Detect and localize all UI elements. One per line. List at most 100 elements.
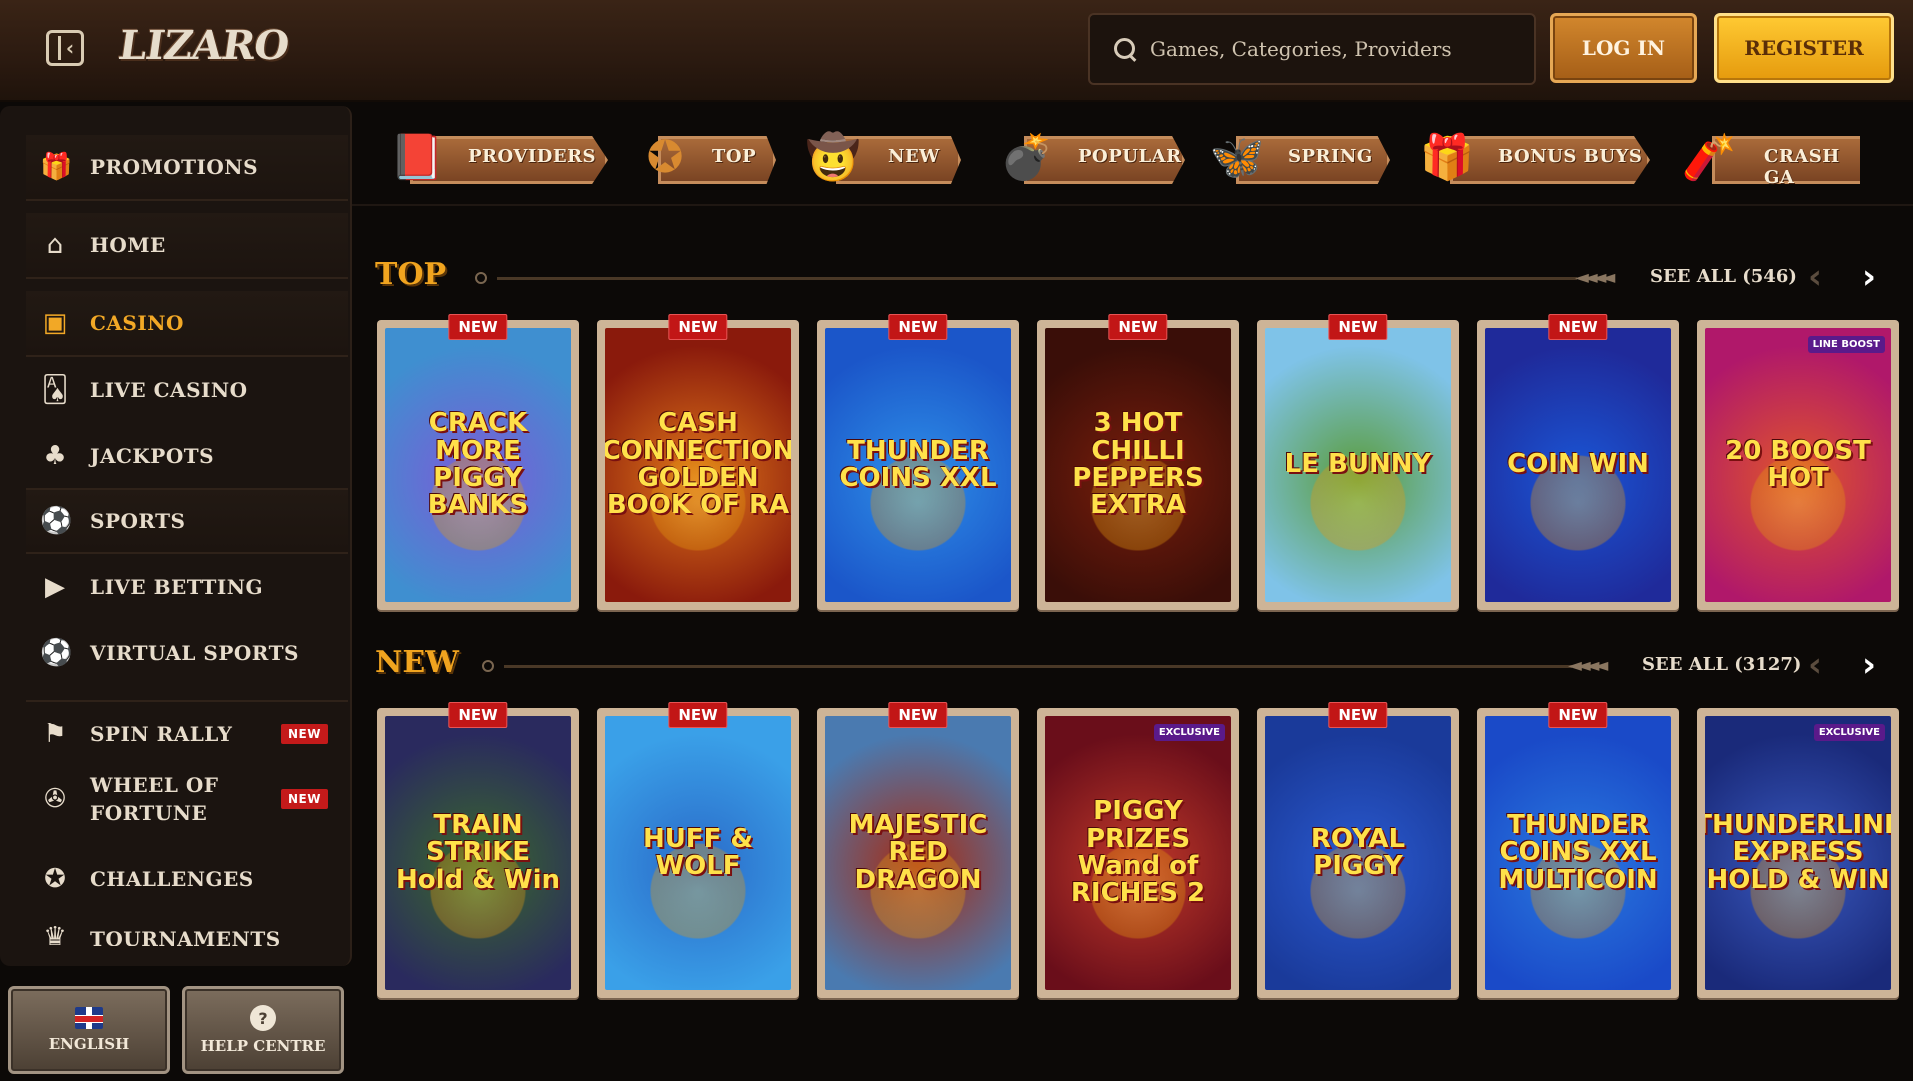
see-all-top-link[interactable]: SEE ALL (546) bbox=[1650, 266, 1797, 287]
game-title: CASH CONNECTION GOLDEN BOOK OF RA bbox=[605, 408, 791, 521]
rope-divider bbox=[497, 277, 1577, 280]
game-thumbnail: 20 BOOST HOT LINE BOOST bbox=[1705, 328, 1891, 602]
sidebar-item-label: SPIN RALLY bbox=[90, 722, 233, 746]
section-title-top: TOP bbox=[375, 257, 447, 292]
game-title: PIGGY PRIZES Wand of RICHES 2 bbox=[1070, 796, 1206, 909]
game-card[interactable]: HUFF & WOLF NEW bbox=[597, 702, 799, 998]
game-thumbnail: ROYAL PIGGY bbox=[1265, 716, 1451, 990]
category-bonus-buys[interactable]: 🎁 BONUS BUYS bbox=[1410, 124, 1650, 190]
sidebar-item-tournaments[interactable]: ♛ TOURNAMENTS bbox=[26, 906, 348, 946]
casino-icon: ▣ bbox=[42, 308, 68, 338]
tournament-icon: ♛ bbox=[43, 922, 67, 946]
game-card[interactable]: MAJESTIC RED DRAGON NEW bbox=[817, 702, 1019, 998]
register-button[interactable]: REGISTER bbox=[1714, 13, 1894, 83]
game-card[interactable]: 20 BOOST HOT LINE BOOST bbox=[1697, 320, 1899, 610]
category-spring[interactable]: 🦋 SPRING bbox=[1200, 124, 1390, 190]
game-card[interactable]: CRACK MORE PIGGY BANKS NEW bbox=[377, 314, 579, 610]
game-card[interactable]: LE BUNNY NEW bbox=[1257, 314, 1459, 610]
category-popular[interactable]: 💣 POPULAR bbox=[990, 124, 1185, 190]
game-card[interactable]: ROYAL PIGGY NEW bbox=[1257, 702, 1459, 998]
sidebar: 🎁 PROMOTIONS ⌂ HOME ▣ CASINO 🂡 LIVE CASI… bbox=[0, 106, 352, 966]
sidebar-toggle-icon[interactable]: ‹ bbox=[46, 30, 84, 66]
virtual-sports-icon: ⚽ bbox=[40, 638, 73, 668]
rope-dot bbox=[475, 272, 487, 284]
category-top[interactable]: ✪ TOP bbox=[628, 124, 776, 190]
sidebar-item-sports[interactable]: ⚽ SPORTS bbox=[26, 488, 348, 554]
cowboy-hat-icon: 🤠 bbox=[805, 132, 861, 183]
book-icon: 📕 bbox=[389, 132, 445, 183]
arrows-decoration-icon: ◄◄◄◄ bbox=[1568, 655, 1608, 676]
category-divider bbox=[352, 204, 1913, 206]
game-title: MAJESTIC RED DRAGON bbox=[848, 810, 988, 895]
sheriff-star-icon: ✪ bbox=[646, 131, 684, 183]
game-card[interactable]: COIN WIN NEW bbox=[1477, 314, 1679, 610]
game-extra-tag: EXCLUSIVE bbox=[1153, 724, 1225, 741]
sidebar-item-label: VIRTUAL SPORTS bbox=[90, 641, 299, 665]
section-title-new: NEW bbox=[375, 645, 459, 680]
game-card[interactable]: PIGGY PRIZES Wand of RICHES 2 EXCLUSIVE bbox=[1037, 708, 1239, 998]
game-card[interactable]: 3 HOT CHILLI PEPPERS EXTRA NEW bbox=[1037, 314, 1239, 610]
login-button[interactable]: LOG IN bbox=[1550, 13, 1697, 83]
sidebar-item-promotions[interactable]: 🎁 PROMOTIONS bbox=[26, 135, 348, 201]
category-label: BONUS BUYS bbox=[1498, 146, 1643, 167]
sidebar-item-home[interactable]: ⌂ HOME bbox=[26, 213, 348, 279]
rope-divider bbox=[504, 665, 1572, 668]
sidebar-item-virtual-sports[interactable]: ⚽ VIRTUAL SPORTS bbox=[26, 620, 348, 686]
category-label: SPRING bbox=[1288, 146, 1373, 167]
sidebar-item-label: CHALLENGES bbox=[90, 867, 254, 891]
search-box[interactable] bbox=[1088, 13, 1536, 85]
new-badge: NEW bbox=[1548, 702, 1608, 728]
game-card[interactable]: CASH CONNECTION GOLDEN BOOK OF RA NEW bbox=[597, 314, 799, 610]
category-crash-games[interactable]: 🧨 CRASH GA bbox=[1672, 124, 1860, 190]
label-line-2: FORTUNE bbox=[90, 801, 208, 825]
game-title: LE BUNNY bbox=[1284, 449, 1432, 480]
sidebar-item-spin-rally[interactable]: ⚑ SPIN RALLY NEW bbox=[26, 700, 348, 766]
live-casino-icon: 🂡 bbox=[41, 375, 69, 405]
chevron-right-icon[interactable]: › bbox=[1854, 257, 1884, 297]
game-thumbnail: MAJESTIC RED DRAGON bbox=[825, 716, 1011, 990]
sidebar-item-live-betting[interactable]: ▶ LIVE BETTING bbox=[26, 554, 348, 620]
sidebar-item-casino[interactable]: ▣ CASINO bbox=[26, 291, 348, 357]
dynamite-icon: 🧨 bbox=[1681, 132, 1737, 183]
sidebar-item-label: CASINO bbox=[90, 311, 184, 335]
chevron-left-icon[interactable]: ‹ bbox=[1800, 257, 1830, 297]
lizaro-logo[interactable]: LIZARO bbox=[114, 22, 292, 82]
game-title: 3 HOT CHILLI PEPPERS EXTRA bbox=[1072, 408, 1204, 521]
help-label: HELP CENTRE bbox=[200, 1037, 326, 1055]
game-thumbnail: 3 HOT CHILLI PEPPERS EXTRA bbox=[1045, 328, 1231, 602]
help-centre-button[interactable]: ? HELP CENTRE bbox=[182, 986, 344, 1074]
chevron-left-icon[interactable]: ‹ bbox=[1800, 645, 1830, 685]
search-input[interactable] bbox=[1150, 37, 1510, 61]
game-thumbnail: PIGGY PRIZES Wand of RICHES 2 EXCLUSIVE bbox=[1045, 716, 1231, 990]
new-badge: NEW bbox=[668, 314, 728, 340]
category-new[interactable]: 🤠 NEW bbox=[796, 124, 961, 190]
see-all-new-link[interactable]: SEE ALL (3127) bbox=[1642, 654, 1801, 675]
sidebar-item-label: LIVE CASINO bbox=[90, 378, 248, 402]
new-badge: NEW bbox=[668, 702, 728, 728]
challenge-icon: ✪ bbox=[44, 864, 66, 894]
game-title: CRACK MORE PIGGY BANKS bbox=[427, 408, 529, 521]
game-card[interactable]: THUNDER COINS XXL MULTICOIN NEW bbox=[1477, 702, 1679, 998]
category-label: PROVIDERS bbox=[468, 146, 597, 167]
sidebar-item-live-casino[interactable]: 🂡 LIVE CASINO bbox=[26, 357, 348, 423]
uk-flag-icon bbox=[75, 1007, 103, 1029]
new-badge: NEW bbox=[1548, 314, 1608, 340]
game-card[interactable]: THUNDERLINE EXPRESS HOLD & WIN EXCLUSIVE bbox=[1697, 708, 1899, 998]
sidebar-item-label: LIVE BETTING bbox=[90, 575, 264, 599]
category-providers[interactable]: 📕 PROVIDERS bbox=[380, 124, 608, 190]
sidebar-item-wheel-of-fortune[interactable]: ✇ WHEEL OF FORTUNE NEW bbox=[26, 766, 348, 832]
sidebar-item-label: SPORTS bbox=[90, 509, 186, 533]
game-card[interactable]: THUNDER COINS XXL NEW bbox=[817, 314, 1019, 610]
category-label: NEW bbox=[888, 146, 940, 167]
sidebar-item-challenges[interactable]: ✪ CHALLENGES bbox=[26, 846, 348, 912]
butterfly-icon: 🦋 bbox=[1209, 132, 1265, 183]
sidebar-item-jackpots[interactable]: ♣ JACKPOTS bbox=[26, 423, 348, 489]
gift-box-icon: 🎁 bbox=[1419, 132, 1475, 183]
game-extra-tag: LINE BOOST bbox=[1807, 336, 1885, 353]
new-badge: NEW bbox=[281, 789, 328, 809]
chevron-right-icon[interactable]: › bbox=[1854, 645, 1884, 685]
new-badge: NEW bbox=[1328, 702, 1388, 728]
language-button[interactable]: ENGLISH bbox=[8, 986, 170, 1074]
gift-icon: 🎁 bbox=[40, 152, 73, 182]
game-card[interactable]: TRAIN STRIKE Hold & Win NEW bbox=[377, 702, 579, 998]
